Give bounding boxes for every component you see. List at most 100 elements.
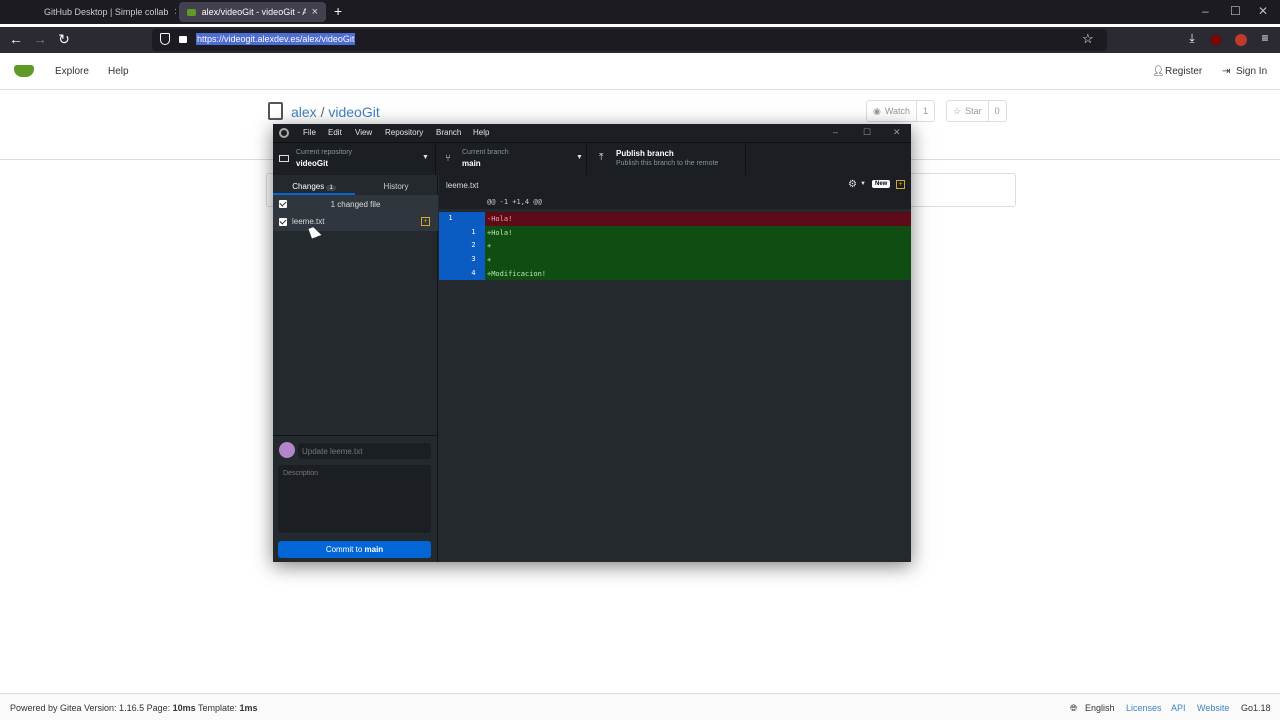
diff-file-name: leeme.txt (446, 181, 479, 190)
branch-icon: ⑂ (445, 153, 451, 164)
avatar (279, 442, 295, 458)
select-all-checkbox[interactable] (279, 200, 287, 208)
lock-icon[interactable] (179, 36, 187, 43)
current-repo-label: Current repository (296, 149, 353, 156)
repo-name-link[interactable]: videoGit (328, 104, 379, 120)
line-text: +Hola! (487, 228, 513, 237)
repo-icon (268, 102, 283, 120)
ublock-icon[interactable] (1211, 35, 1221, 45)
menu-branch[interactable]: Branch (436, 128, 461, 137)
desktop-toolbar: Current repository videoGit ▼ ⑂ Current … (273, 142, 911, 176)
gitea-favicon-icon (187, 8, 196, 16)
chevron-down-icon[interactable]: ▼ (860, 181, 866, 187)
powered-by-text: Powered by Gitea Version: 1.16.5 Page: 1… (10, 703, 258, 713)
nav-register[interactable]: Register (1165, 66, 1202, 77)
watch-button[interactable]: ◉ Watch 1 (866, 100, 936, 122)
back-arrow-icon[interactable]: ← (7, 31, 25, 47)
browser-tab-gitea[interactable]: alex/videoGit - videoGit - Alex × (179, 2, 326, 22)
forward-arrow-icon[interactable]: → (31, 31, 49, 47)
diff-line: 3 + (439, 253, 911, 267)
close-tab-icon[interactable]: × (312, 6, 318, 18)
watch-count[interactable]: 1 (916, 101, 934, 121)
file-added-icon: + (421, 217, 430, 226)
repo-owner-link[interactable]: alex (291, 104, 317, 120)
line-text: + (487, 256, 492, 265)
menu-file[interactable]: File (303, 128, 316, 137)
api-link[interactable]: API (1171, 703, 1186, 713)
new-file-badge: New (872, 180, 891, 188)
minimize-window-icon[interactable]: – (1202, 4, 1209, 18)
file-list-item[interactable]: leeme.txt + (273, 213, 438, 231)
current-repository-button[interactable]: Current repository videoGit ▼ (273, 143, 436, 176)
commit-description-input[interactable]: Description (278, 465, 431, 533)
publish-branch-button[interactable]: ⤒ Publish branch Publish this branch to … (587, 143, 746, 176)
watch-label: Watch (884, 106, 911, 116)
menu-view[interactable]: View (355, 128, 372, 137)
new-line-number: 1 (462, 225, 485, 240)
chevron-down-icon: ▼ (576, 154, 583, 161)
new-tab-button[interactable]: + (334, 3, 342, 19)
url-text[interactable]: https://videogit.alexdev.es/alex/videoGi… (196, 33, 356, 45)
computer-icon (279, 155, 289, 162)
chevron-down-icon: ▼ (422, 154, 429, 161)
shield-icon[interactable] (160, 33, 170, 45)
repo-title: alex / videoGit (291, 104, 380, 120)
nav-explore[interactable]: Explore (55, 66, 89, 77)
tab-history[interactable]: History (355, 177, 437, 195)
tab-changes[interactable]: Changes 1 (273, 177, 355, 195)
star-label: Star (965, 106, 982, 116)
language-selector[interactable]: English (1085, 703, 1115, 713)
bookmark-star-icon[interactable]: ☆ (1082, 31, 1094, 47)
diff-line: 1 +Hola! (439, 225, 911, 240)
website-link[interactable]: Website (1197, 703, 1229, 713)
maximize-window-icon[interactable]: ☐ (1230, 4, 1241, 18)
go-version: Go1.18 (1241, 703, 1271, 713)
changes-count-badge: 1 (326, 185, 336, 191)
browser-tab-github-desktop[interactable]: GitHub Desktop | Simple collab × (30, 2, 176, 22)
hunk-text: @@ -1 +1,4 @@ (487, 198, 542, 206)
line-text: -Hola! (487, 215, 513, 223)
diff-line: 1 -Hola! (439, 212, 911, 226)
gitea-header: Explore Help 👤︎ Register ⇥ Sign In (0, 53, 1280, 90)
old-line-number: 1 (439, 212, 462, 226)
nav-help[interactable]: Help (108, 66, 129, 77)
maximize-icon[interactable]: ☐ (863, 127, 871, 138)
adblock-icon[interactable] (1235, 34, 1247, 46)
licenses-link[interactable]: Licenses (1126, 703, 1162, 713)
menu-help[interactable]: Help (473, 128, 489, 137)
sign-in-icon: ⇥ (1222, 66, 1231, 77)
menu-repository[interactable]: Repository (385, 128, 423, 137)
minimize-icon[interactable]: – (833, 127, 838, 137)
nav-sign-in[interactable]: Sign In (1236, 66, 1267, 77)
star-count[interactable]: 0 (987, 101, 1006, 121)
menu-icon[interactable]: ≡ (1256, 31, 1274, 45)
diff-header: leeme.txt ⚙︎ ▼ New + (439, 175, 911, 195)
old-line-number (439, 266, 462, 281)
old-line-number (439, 253, 462, 267)
menu-edit[interactable]: Edit (328, 128, 342, 137)
file-checkbox[interactable] (279, 218, 287, 226)
downloads-icon[interactable]: ⤓ (1183, 31, 1201, 46)
gear-icon[interactable]: ⚙︎ (848, 179, 857, 190)
diff-hunk-header: @@ -1 +1,4 @@ (439, 195, 911, 209)
person-icon: 👤︎ (1152, 66, 1165, 77)
current-branch-label: Current branch (462, 149, 509, 156)
close-icon[interactable]: ✕ (893, 127, 901, 138)
new-line-number: 3 (462, 253, 485, 267)
new-line-number (462, 212, 485, 226)
reload-icon[interactable]: ↻ (55, 31, 73, 48)
commit-button[interactable]: Commit to main (278, 541, 431, 558)
old-line-number (439, 239, 462, 254)
close-window-icon[interactable]: ✕ (1258, 4, 1268, 18)
close-tab-icon[interactable]: × (174, 6, 176, 18)
file-added-icon: + (896, 180, 905, 189)
gitea-footer: Powered by Gitea Version: 1.16.5 Page: 1… (0, 693, 1280, 720)
gitea-logo-icon[interactable] (14, 65, 34, 77)
file-name: leeme.txt (292, 217, 325, 226)
star-button[interactable]: ☆ Star 0 (946, 100, 1007, 122)
tab-title: GitHub Desktop | Simple collab (44, 7, 169, 17)
current-repo-name: videoGit (296, 159, 329, 168)
commit-summary-input[interactable]: Update leeme.txt (298, 443, 431, 459)
current-branch-button[interactable]: ⑂ Current branch main ▼ (436, 143, 587, 176)
url-bar[interactable]: https://videogit.alexdev.es/alex/videoGi… (152, 29, 1107, 51)
